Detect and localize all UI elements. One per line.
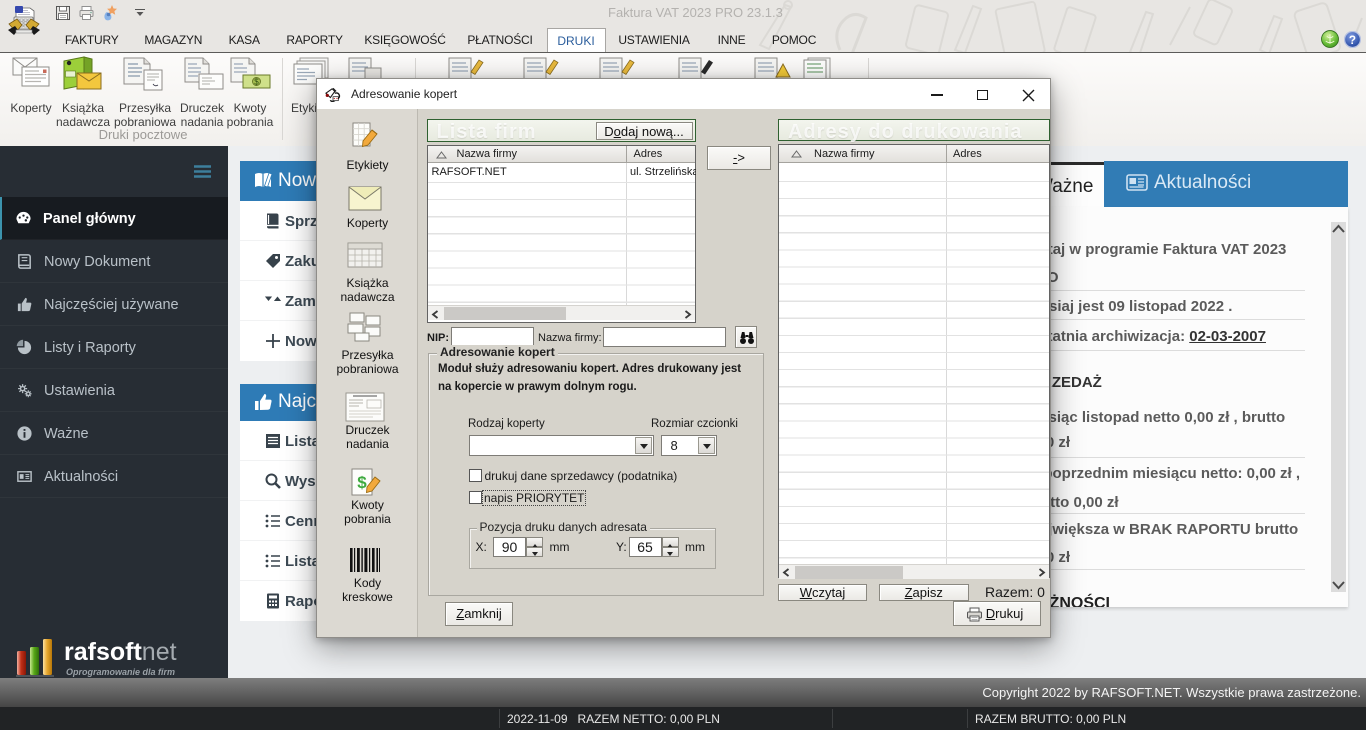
- svg-text:$: $: [357, 473, 367, 492]
- svg-text:?: ?: [1349, 34, 1356, 47]
- svg-text:$: $: [254, 78, 259, 87]
